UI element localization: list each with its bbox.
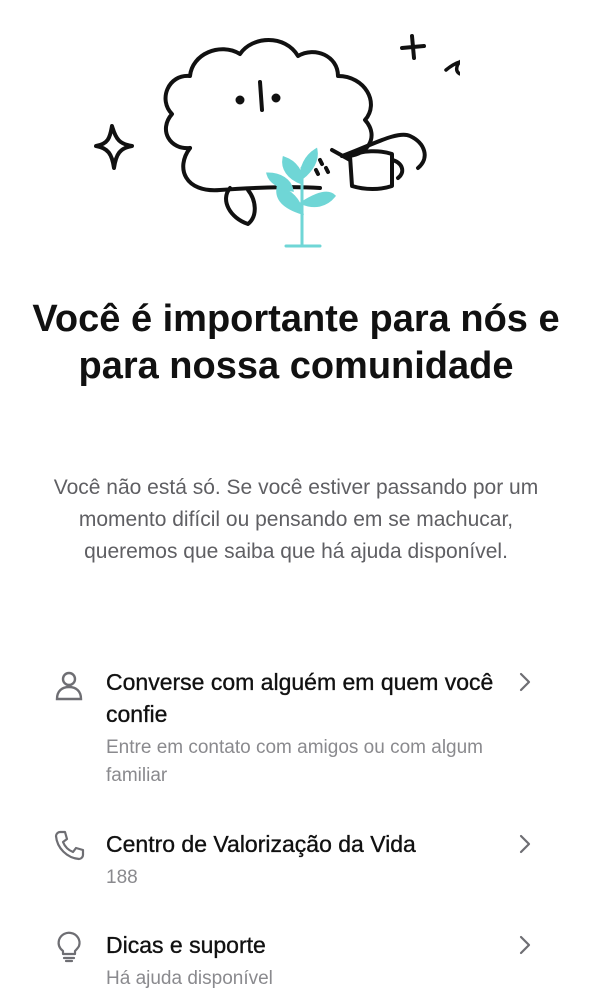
option-title: Converse com alguém em quem você confie (106, 669, 494, 727)
option-description: 188 (106, 867, 138, 888)
headline: Você é importante para nós e para nossa … (32, 298, 560, 387)
option-title: Centro de Valorização da Vida (106, 831, 416, 857)
lightbulb-icon (57, 931, 81, 963)
option-description: Entre em contato com amigos ou com algum… (106, 737, 484, 786)
support-message: Você não está só. Se você estiver passan… (53, 476, 539, 563)
option-talk-to-someone[interactable]: Converse com alguém em quem você confie … (0, 666, 592, 796)
chevron-right-icon (519, 935, 531, 955)
option-cvv-helpline[interactable]: Centro de Valorização da Vida 188 (0, 828, 592, 898)
phone-icon (54, 830, 85, 861)
chevron-right-icon (519, 672, 531, 692)
option-title: Dicas e suporte (106, 932, 266, 958)
person-icon (55, 671, 83, 701)
chevron-right-icon (519, 834, 531, 854)
option-description: Há ajuda disponível (106, 968, 273, 989)
cloud-watering-plant-illustration (94, 34, 460, 248)
option-tips-and-support[interactable]: Dicas e suporte Há ajuda disponível (0, 929, 592, 993)
